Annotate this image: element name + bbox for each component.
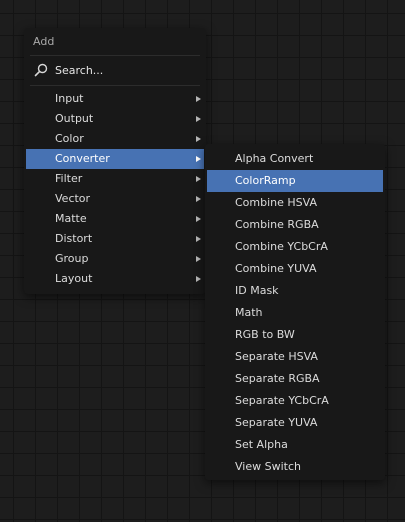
submenu-arrow-icon xyxy=(196,116,201,122)
menu-item-label: Vector xyxy=(55,192,91,205)
menu-item-separate-ycbcra[interactable]: Separate YCbCrA xyxy=(207,390,383,412)
divider xyxy=(30,85,200,86)
menu-item-separate-hsva[interactable]: Separate HSVA xyxy=(207,346,383,368)
menu-item-combine-yuva[interactable]: Combine YUVA xyxy=(207,258,383,280)
menu-item-combine-ycbcra[interactable]: Combine YCbCrA xyxy=(207,236,383,258)
submenu-arrow-icon xyxy=(196,236,201,242)
submenu-arrow-icon xyxy=(196,216,201,222)
submenu-arrow-icon xyxy=(196,176,201,182)
menu-item-id-mask[interactable]: ID Mask xyxy=(207,280,383,302)
menu-item-label: Layout xyxy=(55,272,93,285)
category-list: Input Output Color Converter Filter Vect… xyxy=(26,89,204,289)
menu-item-color[interactable]: Color xyxy=(26,129,204,149)
menu-item-colorramp[interactable]: ColorRamp xyxy=(207,170,383,192)
add-menu: Add Search... Input Output Color Convert… xyxy=(24,28,206,294)
menu-item-matte[interactable]: Matte xyxy=(26,209,204,229)
menu-item-combine-rgba[interactable]: Combine RGBA xyxy=(207,214,383,236)
search-menu-item[interactable]: Search... xyxy=(30,60,200,80)
search-label: Search... xyxy=(55,63,104,77)
menu-item-label: Matte xyxy=(55,212,87,225)
menu-item-vector[interactable]: Vector xyxy=(26,189,204,209)
menu-item-label: Input xyxy=(55,92,84,105)
submenu-arrow-icon xyxy=(196,256,201,262)
converter-submenu: Alpha Convert ColorRamp Combine HSVA Com… xyxy=(205,144,385,480)
converter-list: Alpha Convert ColorRamp Combine HSVA Com… xyxy=(207,148,383,478)
menu-item-separate-rgba[interactable]: Separate RGBA xyxy=(207,368,383,390)
menu-item-layout[interactable]: Layout xyxy=(26,269,204,289)
submenu-arrow-icon xyxy=(196,276,201,282)
menu-item-input[interactable]: Input xyxy=(26,89,204,109)
menu-item-output[interactable]: Output xyxy=(26,109,204,129)
divider xyxy=(30,55,200,56)
submenu-arrow-icon xyxy=(196,156,201,162)
menu-item-label: Output xyxy=(55,112,94,125)
menu-item-view-switch[interactable]: View Switch xyxy=(207,456,383,478)
menu-item-label: Filter xyxy=(55,172,83,185)
menu-item-combine-hsva[interactable]: Combine HSVA xyxy=(207,192,383,214)
search-icon xyxy=(34,63,48,77)
menu-item-label: Group xyxy=(55,252,89,265)
menu-item-set-alpha[interactable]: Set Alpha xyxy=(207,434,383,456)
submenu-arrow-icon xyxy=(196,136,201,142)
menu-item-math[interactable]: Math xyxy=(207,302,383,324)
menu-item-label: Converter xyxy=(55,152,110,165)
menu-item-alpha-convert[interactable]: Alpha Convert xyxy=(207,148,383,170)
menu-item-filter[interactable]: Filter xyxy=(26,169,204,189)
menu-item-label: Color xyxy=(55,132,84,145)
menu-item-converter[interactable]: Converter xyxy=(26,149,204,169)
submenu-arrow-icon xyxy=(196,96,201,102)
menu-item-rgb-to-bw[interactable]: RGB to BW xyxy=(207,324,383,346)
menu-item-distort[interactable]: Distort xyxy=(26,229,204,249)
menu-title: Add xyxy=(33,35,55,48)
menu-item-label: Distort xyxy=(55,232,93,245)
menu-item-separate-yuva[interactable]: Separate YUVA xyxy=(207,412,383,434)
submenu-arrow-icon xyxy=(196,196,201,202)
menu-item-group[interactable]: Group xyxy=(26,249,204,269)
